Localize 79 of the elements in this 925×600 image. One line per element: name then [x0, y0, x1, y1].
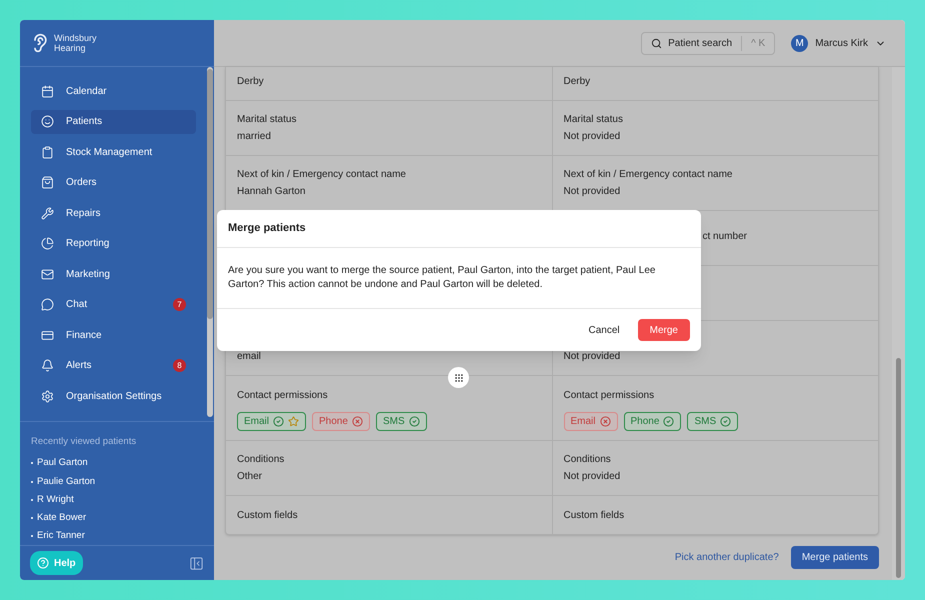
field-value: Derby [237, 75, 265, 88]
recent-patient-link[interactable]: Eric Tanner [37, 529, 85, 544]
field-value: married [237, 130, 272, 143]
field-value: Other [237, 470, 264, 483]
settings-icon [41, 390, 54, 402]
permission-tag: Phone [312, 412, 370, 431]
recent-patient-link[interactable]: Paul Garton [37, 456, 88, 470]
nav-item[interactable]: Calendar [31, 79, 196, 103]
nav-item[interactable]: Finance [31, 323, 196, 347]
field-label: ct number [702, 230, 748, 244]
field-label: Contact permissions [237, 389, 329, 403]
field-label: Next of kin / Emergency contact name [237, 168, 407, 181]
merge-patients-button[interactable]: Merge patients [790, 546, 879, 569]
section-heading: Recently viewed patients [31, 435, 138, 449]
check-circle-icon [720, 416, 732, 427]
shortcut-hint: ^ K [741, 36, 774, 50]
field-label: Next of kin / Emergency contact name [564, 168, 734, 181]
nav-item[interactable]: Organisation Settings [31, 384, 196, 408]
permission-tag: Email [237, 412, 306, 431]
star-icon [288, 416, 300, 427]
field-value: Not provided [564, 470, 622, 483]
nav-item[interactable]: Orders [31, 170, 196, 194]
field-label: Contact permissions [564, 389, 656, 403]
field-label: Conditions [564, 453, 612, 466]
user-menu[interactable]: M Marcus Kirk [791, 34, 886, 52]
field-label: Custom fields [564, 509, 626, 522]
permission-tag: Phone [624, 412, 682, 431]
field-value: email [237, 350, 262, 363]
search-icon [651, 38, 662, 48]
nav-item[interactable]: Alerts 8 [31, 354, 196, 378]
field-value: Not provided [564, 350, 622, 363]
collapse-sidebar-icon[interactable] [189, 556, 204, 570]
merge-button[interactable]: Merge [638, 319, 690, 341]
wrench-icon [41, 206, 54, 220]
card-icon [41, 328, 54, 342]
field-label: Custom fields [237, 509, 299, 522]
count-badge: 8 [173, 359, 186, 372]
x-circle-icon [352, 416, 363, 427]
dialog-message: Are you sure you want to merge the source patient, Paul Garton, into the target patient, Paul Lee Garton? This action cannot be undone and Paul Garton will be deleted. [228, 264, 656, 292]
field-value: Hannah Garton [237, 185, 306, 198]
envelope-icon [41, 268, 54, 280]
nav-item[interactable]: Reporting [31, 232, 196, 256]
recent-patient-link[interactable]: Paulie Garton [37, 474, 96, 489]
field-value: Not provided [564, 185, 622, 198]
permission-tag: SMS [376, 412, 427, 431]
pick-duplicate-link[interactable]: Pick another duplicate? [674, 550, 779, 565]
nav-item[interactable]: Repairs [31, 201, 196, 225]
dialog-title: Merge patients [217, 210, 701, 248]
question-icon [37, 557, 49, 569]
permission-tag: SMS [687, 412, 738, 431]
count-badge: 7 [173, 298, 186, 311]
brand-name: Windsbury Hearing [54, 33, 97, 53]
x-circle-icon [600, 416, 611, 427]
bell-icon [41, 359, 54, 372]
field-label: Conditions [237, 453, 286, 466]
bag-icon [41, 176, 54, 189]
check-circle-icon [408, 416, 420, 427]
recent-patient-link[interactable]: Kate Bower [37, 511, 86, 526]
field-value: Derby [564, 75, 592, 88]
patient-search-button[interactable]: Patient search ^ K [641, 32, 776, 54]
check-circle-icon [663, 416, 674, 427]
grip-icon [454, 372, 464, 382]
check-circle-icon [273, 416, 284, 427]
nav-item[interactable]: Chat 7 [31, 292, 196, 316]
nav-item[interactable]: Patients [31, 110, 196, 134]
cancel-button[interactable]: Cancel [584, 322, 624, 338]
clipboard-icon [41, 146, 54, 158]
nav-item[interactable]: Stock Management [31, 140, 196, 164]
smile-icon [41, 115, 54, 128]
field-label: Marital status [564, 113, 624, 126]
pie-chart-icon [41, 237, 54, 250]
field-value: Not provided [564, 130, 622, 143]
recent-patient-link[interactable]: R Wright [37, 492, 74, 507]
field-label: Marital status [237, 113, 298, 126]
user-avatar: M [791, 34, 808, 52]
calendar-icon [41, 84, 54, 98]
chat-bubble-icon [41, 298, 54, 311]
nav-item[interactable]: Marketing [31, 262, 196, 286]
permission-tag: Email [564, 412, 618, 431]
